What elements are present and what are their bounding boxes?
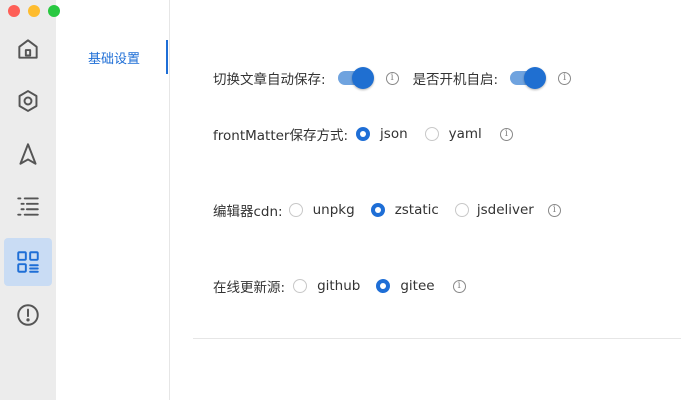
update-source-github-label[interactable]: github xyxy=(317,278,360,294)
front-matter-json-radio[interactable] xyxy=(356,127,371,141)
auto-save-toggle[interactable] xyxy=(337,67,374,89)
editor-cdn-unpkg-radio[interactable] xyxy=(288,203,303,217)
update-source-row: 在线更新源: github gitee i xyxy=(213,275,466,297)
editor-cdn-label: 编辑器cdn: xyxy=(213,204,283,220)
editor-cdn-info-icon[interactable]: i xyxy=(547,203,561,217)
close-window-button[interactable] xyxy=(8,5,20,17)
editor-cdn-zstatic-radio[interactable] xyxy=(370,203,385,217)
toggle-knob xyxy=(351,67,374,89)
nav-active-indicator xyxy=(166,40,168,74)
rail-outline-button[interactable] xyxy=(4,182,52,230)
auto-start-toggle[interactable] xyxy=(510,67,547,89)
minimize-window-button[interactable] xyxy=(28,5,40,17)
content-divider xyxy=(193,338,681,339)
rail-about-button[interactable] xyxy=(4,291,52,339)
rail-navigate-button[interactable] xyxy=(4,130,52,178)
front-matter-label: frontMatter保存方式: xyxy=(213,128,349,144)
update-source-gitee-label[interactable]: gitee xyxy=(400,278,434,294)
icon-rail xyxy=(0,0,60,400)
rail-settings-grid-button[interactable] xyxy=(4,238,52,286)
update-source-info-icon[interactable]: i xyxy=(452,279,466,293)
front-matter-info-icon[interactable]: i xyxy=(499,127,513,141)
front-matter-json-label[interactable]: json xyxy=(380,126,408,142)
auto-start-label: 是否开机自启: xyxy=(412,72,499,88)
update-source-label: 在线更新源: xyxy=(213,280,286,296)
editor-cdn-zstatic-label[interactable]: zstatic xyxy=(395,202,439,218)
update-source-github-radio[interactable] xyxy=(293,279,308,293)
front-matter-row: frontMatter保存方式: json yaml i xyxy=(213,123,513,145)
rail-home-button[interactable] xyxy=(4,25,52,73)
rail-settings-button[interactable] xyxy=(4,77,52,125)
info-circle-icon xyxy=(17,304,39,326)
gear-icon xyxy=(18,90,38,112)
auto-save-info-icon[interactable]: i xyxy=(385,71,399,85)
editor-cdn-row: 编辑器cdn: unpkg zstatic jsdeliver i xyxy=(213,199,561,221)
grid-settings-icon xyxy=(17,251,39,273)
editor-cdn-jsdeliver-radio[interactable] xyxy=(454,203,469,217)
editor-cdn-jsdeliver-label[interactable]: jsdeliver xyxy=(477,202,534,218)
editor-cdn-unpkg-label[interactable]: unpkg xyxy=(313,202,355,218)
toggle-row: 切换文章自动保存: i 是否开机自启: i xyxy=(213,67,572,89)
window-controls xyxy=(8,5,60,17)
auto-save-label: 切换文章自动保存: xyxy=(213,72,326,88)
toggle-knob xyxy=(524,67,547,89)
home-icon xyxy=(18,39,38,59)
auto-start-info-icon[interactable]: i xyxy=(558,71,572,85)
front-matter-yaml-radio[interactable] xyxy=(424,127,439,141)
front-matter-yaml-label[interactable]: yaml xyxy=(449,126,482,142)
outline-list-icon xyxy=(17,197,39,216)
settings-nav: 基础设置 xyxy=(56,0,170,400)
update-source-gitee-radio[interactable] xyxy=(376,279,391,293)
nav-item-basic-settings[interactable]: 基础设置 xyxy=(88,48,140,67)
navigation-arrow-icon xyxy=(19,143,37,165)
